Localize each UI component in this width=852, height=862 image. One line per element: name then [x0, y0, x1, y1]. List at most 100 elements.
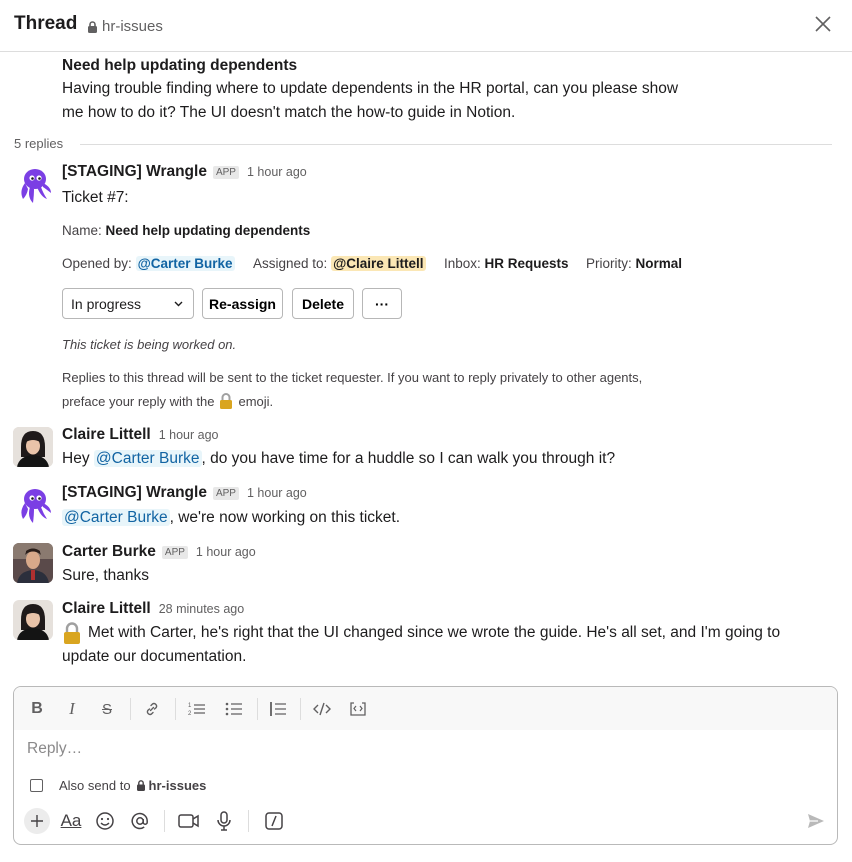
info-line: preface your reply with the emoji.: [62, 393, 273, 409]
video-icon[interactable]: [177, 809, 201, 833]
link-icon[interactable]: [141, 698, 163, 720]
person-photo-icon: [13, 427, 53, 467]
status-note: This ticket is being worked on.: [62, 337, 237, 352]
more-actions-button[interactable]: ···: [362, 288, 402, 319]
priority-value: Normal: [635, 256, 683, 271]
microphone-icon[interactable]: [212, 809, 236, 833]
wrangle-avatar[interactable]: [13, 485, 53, 525]
plus-icon[interactable]: [24, 808, 50, 834]
message-line: Met with Carter, he's right that the UI …: [88, 624, 781, 641]
message-text-post: , do you have time for a huddle so I can…: [201, 450, 616, 467]
also-send-channel[interactable]: hr-issues: [149, 778, 207, 793]
also-send-label: Also send to: [59, 778, 131, 793]
parent-title: Need help updating dependents: [62, 57, 298, 74]
close-icon[interactable]: [812, 13, 834, 35]
chevron-down-icon: [174, 301, 183, 307]
message-header: [STAGING] Wrangle APP 1 hour ago: [62, 484, 307, 502]
toolbar-divider: [257, 698, 258, 720]
toolbar-divider: [300, 698, 301, 720]
priority-label: Priority:: [586, 256, 632, 271]
message-header: [STAGING] Wrangle APP 1 hour ago: [62, 163, 307, 181]
ticket-name-value: Need help updating dependents: [105, 223, 311, 238]
code-block-icon[interactable]: [347, 698, 369, 720]
lock-icon: [136, 780, 145, 791]
lock-emoji-icon: [220, 393, 233, 409]
svg-text:1: 1: [188, 703, 192, 709]
also-send-option: Also send to hr-issues: [30, 778, 206, 793]
user-mention[interactable]: @Carter Burke: [93, 450, 202, 467]
message-header: Carter Burke APP 1 hour ago: [62, 543, 256, 561]
person-photo-icon: [13, 543, 53, 583]
message-text-pre: Hey: [62, 450, 90, 467]
person-photo-icon: [13, 600, 53, 640]
replies-divider: [80, 144, 832, 145]
app-badge: APP: [161, 545, 188, 559]
reply-input[interactable]: Reply…: [27, 740, 82, 758]
code-icon[interactable]: [311, 698, 333, 720]
assigned-to-field: Assigned to: @Claire Littell: [253, 256, 426, 271]
timestamp[interactable]: 1 hour ago: [247, 165, 307, 179]
octopus-icon: [21, 489, 51, 523]
reassign-button[interactable]: Re-assign: [202, 288, 283, 319]
delete-button[interactable]: Delete: [292, 288, 354, 319]
message-text: Ticket #7:: [62, 189, 129, 206]
emoji-icon[interactable]: [93, 809, 117, 833]
message-header: Claire Littell 28 minutes ago: [62, 600, 244, 618]
timestamp[interactable]: 28 minutes ago: [159, 602, 244, 616]
timestamp[interactable]: 1 hour ago: [247, 486, 307, 500]
message-line: update our documentation.: [62, 648, 247, 665]
text-format-icon[interactable]: Aa: [58, 809, 84, 833]
assigned-to-mention[interactable]: @Claire Littell: [331, 256, 426, 271]
channel-name: hr-issues: [102, 18, 163, 35]
parent-body-line: Having trouble finding where to update d…: [62, 80, 679, 97]
ticket-name-label: Name:: [62, 223, 102, 238]
parent-body-line: me how to do it? The UI doesn't match th…: [62, 104, 516, 121]
info-line-suffix: emoji.: [238, 393, 274, 409]
message-header: Claire Littell 1 hour ago: [62, 426, 219, 444]
inbox-value: HR Requests: [484, 256, 569, 271]
ticket-name-field: Name: Need help updating dependents: [62, 223, 310, 238]
italic-icon[interactable]: I: [61, 698, 83, 720]
reply-composer: B I S 12 Reply… Also send to hr-issues A…: [13, 686, 838, 845]
formatting-toolbar: B I S 12: [14, 687, 837, 730]
wrangle-avatar[interactable]: [13, 165, 53, 205]
claire-avatar[interactable]: [13, 427, 53, 467]
thread-title: Thread: [14, 13, 78, 34]
toolbar-divider: [130, 698, 131, 720]
priority-field: Priority: Normal: [586, 256, 682, 271]
opened-by-mention[interactable]: @Carter Burke: [135, 256, 235, 271]
replies-count: 5 replies: [14, 136, 64, 151]
user-mention[interactable]: @Carter Burke: [62, 509, 170, 526]
timestamp[interactable]: 1 hour ago: [159, 428, 219, 442]
blockquote-icon[interactable]: [267, 698, 289, 720]
svg-text:2: 2: [188, 711, 192, 717]
claire-avatar[interactable]: [13, 600, 53, 640]
assigned-to-label: Assigned to:: [253, 256, 328, 271]
mention-icon[interactable]: [128, 809, 152, 833]
timestamp[interactable]: 1 hour ago: [196, 545, 256, 559]
sender-name[interactable]: Claire Littell: [62, 600, 151, 618]
parent-message: Need help updating dependents Having tro…: [62, 55, 742, 125]
message-text: Met with Carter, he's right that the UI …: [62, 621, 780, 645]
sender-name[interactable]: Carter Burke: [62, 543, 156, 561]
numbered-list-icon[interactable]: 12: [186, 698, 208, 720]
send-icon[interactable]: [804, 809, 828, 833]
channel-link[interactable]: hr-issues: [87, 18, 163, 35]
app-badge: APP: [212, 486, 239, 500]
slash-command-icon[interactable]: [262, 809, 286, 833]
status-select[interactable]: In progress: [62, 288, 194, 319]
carter-avatar[interactable]: [13, 543, 53, 583]
sender-name[interactable]: [STAGING] Wrangle: [62, 484, 207, 502]
bulleted-list-icon[interactable]: [223, 698, 245, 720]
message-text: Hey @Carter Burke, do you have time for …: [62, 447, 615, 471]
sender-name[interactable]: Claire Littell: [62, 426, 151, 444]
also-send-checkbox[interactable]: [30, 779, 43, 792]
sender-name[interactable]: [STAGING] Wrangle: [62, 163, 207, 181]
octopus-icon: [21, 169, 51, 203]
strikethrough-icon[interactable]: S: [96, 698, 118, 720]
thread-header: Thread hr-issues: [0, 0, 852, 52]
inbox-label: Inbox:: [444, 256, 481, 271]
message-text: Sure, thanks: [62, 567, 150, 584]
bold-icon[interactable]: B: [26, 698, 48, 720]
status-select-value: In progress: [71, 295, 142, 312]
